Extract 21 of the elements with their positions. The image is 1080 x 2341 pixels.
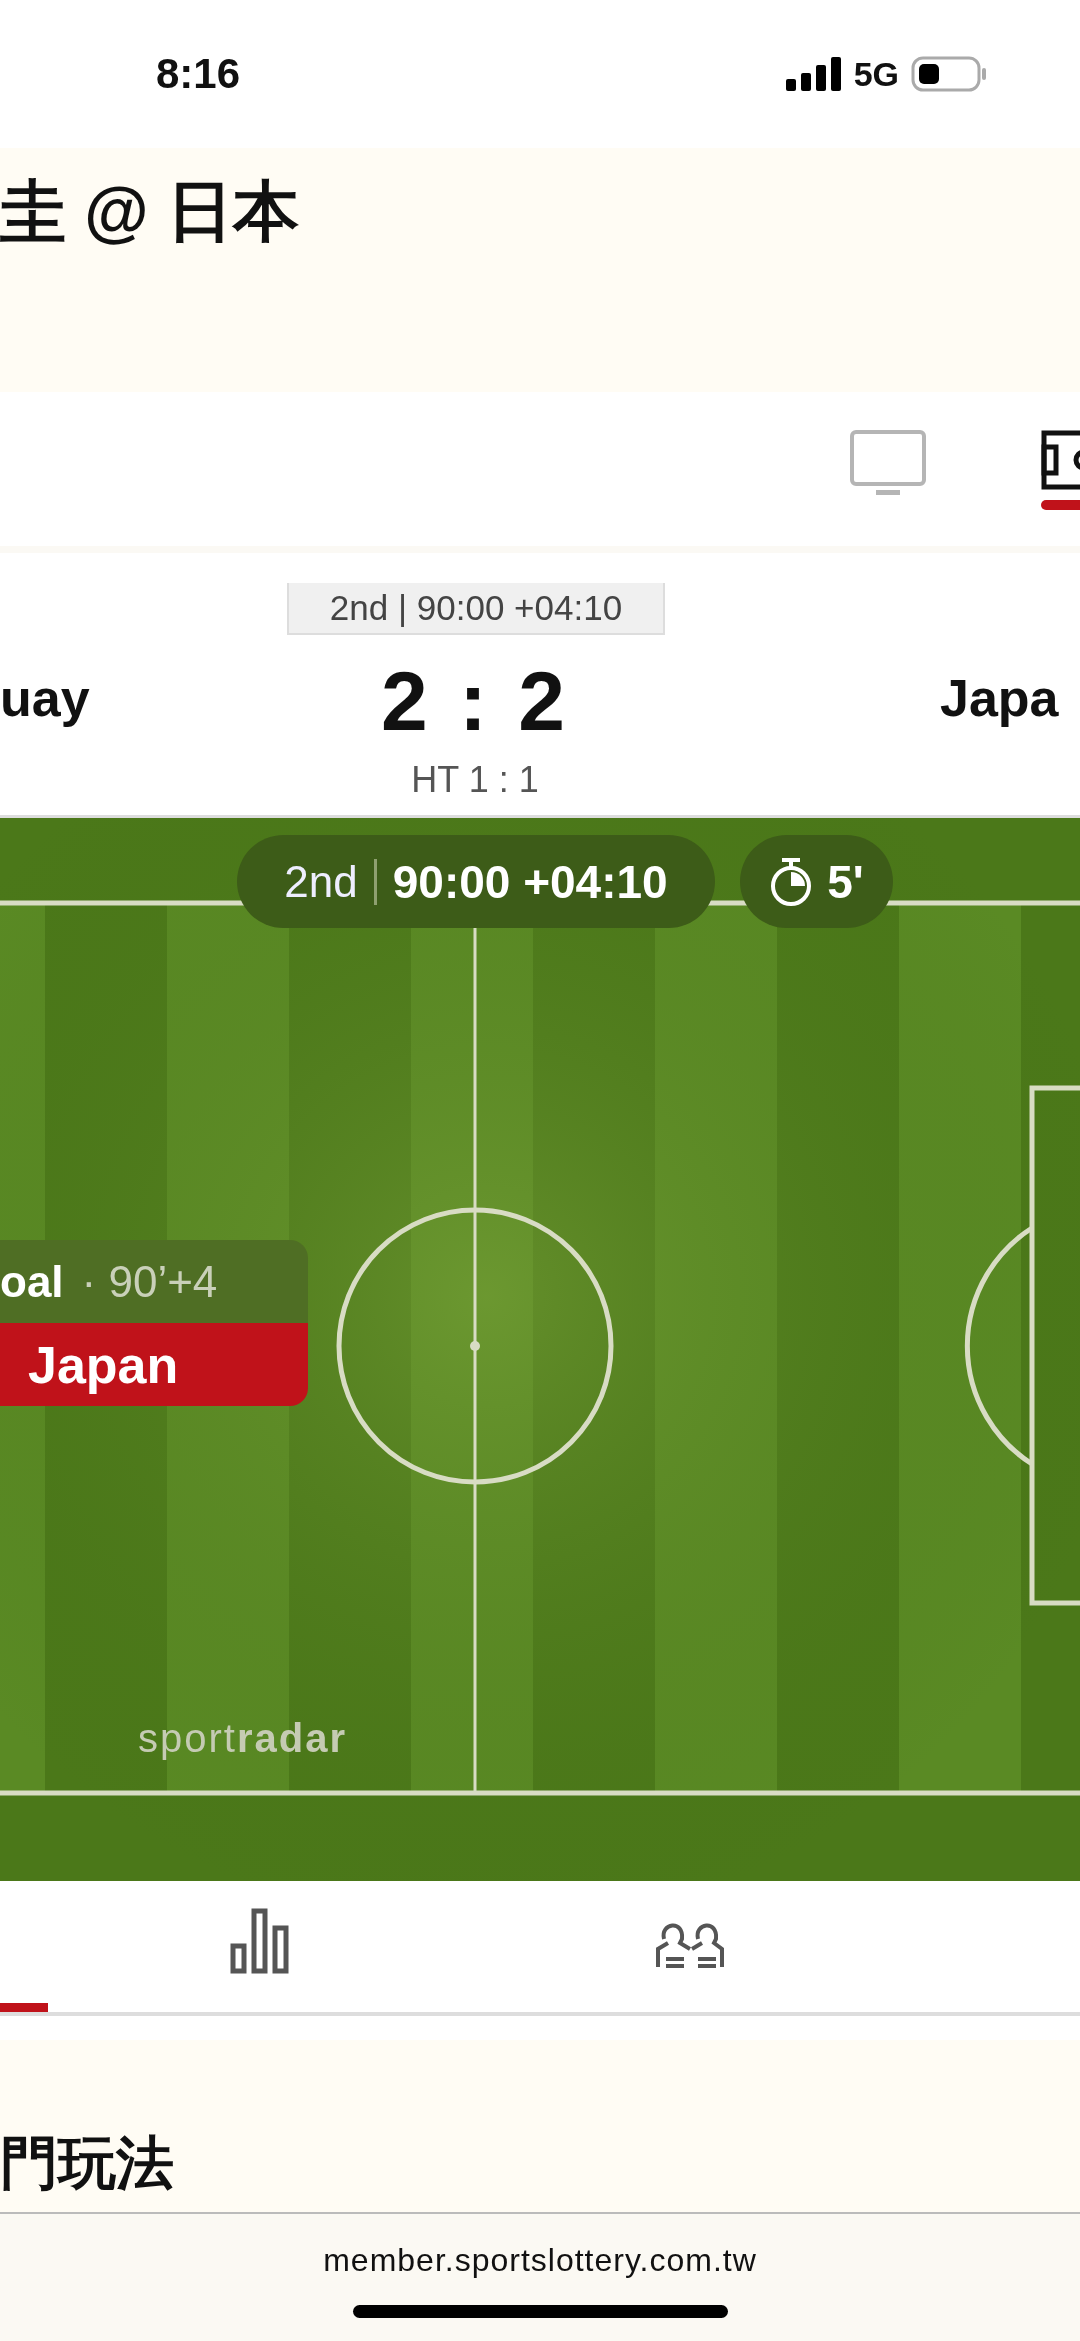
section-title: 門玩法 (0, 2129, 174, 2198)
status-time: 8:16 (156, 50, 241, 98)
stopwatch-icon (769, 856, 814, 907)
score: 2 : 2 (379, 653, 571, 750)
network-label: 5G (853, 54, 899, 94)
bar-chart-icon (230, 1908, 290, 1974)
countdown-text: 5' (827, 854, 864, 909)
provider-logo: sportradar (138, 1716, 347, 1761)
battery-icon (911, 56, 987, 92)
event-minute: · 90’+4 (81, 1256, 218, 1307)
url-text[interactable]: member.sportslottery.com.tw (323, 2242, 757, 2279)
event-team: Japan (0, 1323, 308, 1406)
home-team: uay (0, 668, 90, 728)
period-label: 2nd (284, 856, 358, 907)
event-label: oal (0, 1256, 64, 1307)
clock-text: 90:00 +04:10 (392, 854, 668, 909)
signal-icon (785, 57, 842, 91)
away-team: Japa (940, 668, 1059, 728)
match-clock: 2nd | 90:00 +04:10 (287, 583, 665, 635)
halftime-score: HT 1 : 1 (410, 759, 540, 801)
monitor-icon (850, 430, 926, 496)
